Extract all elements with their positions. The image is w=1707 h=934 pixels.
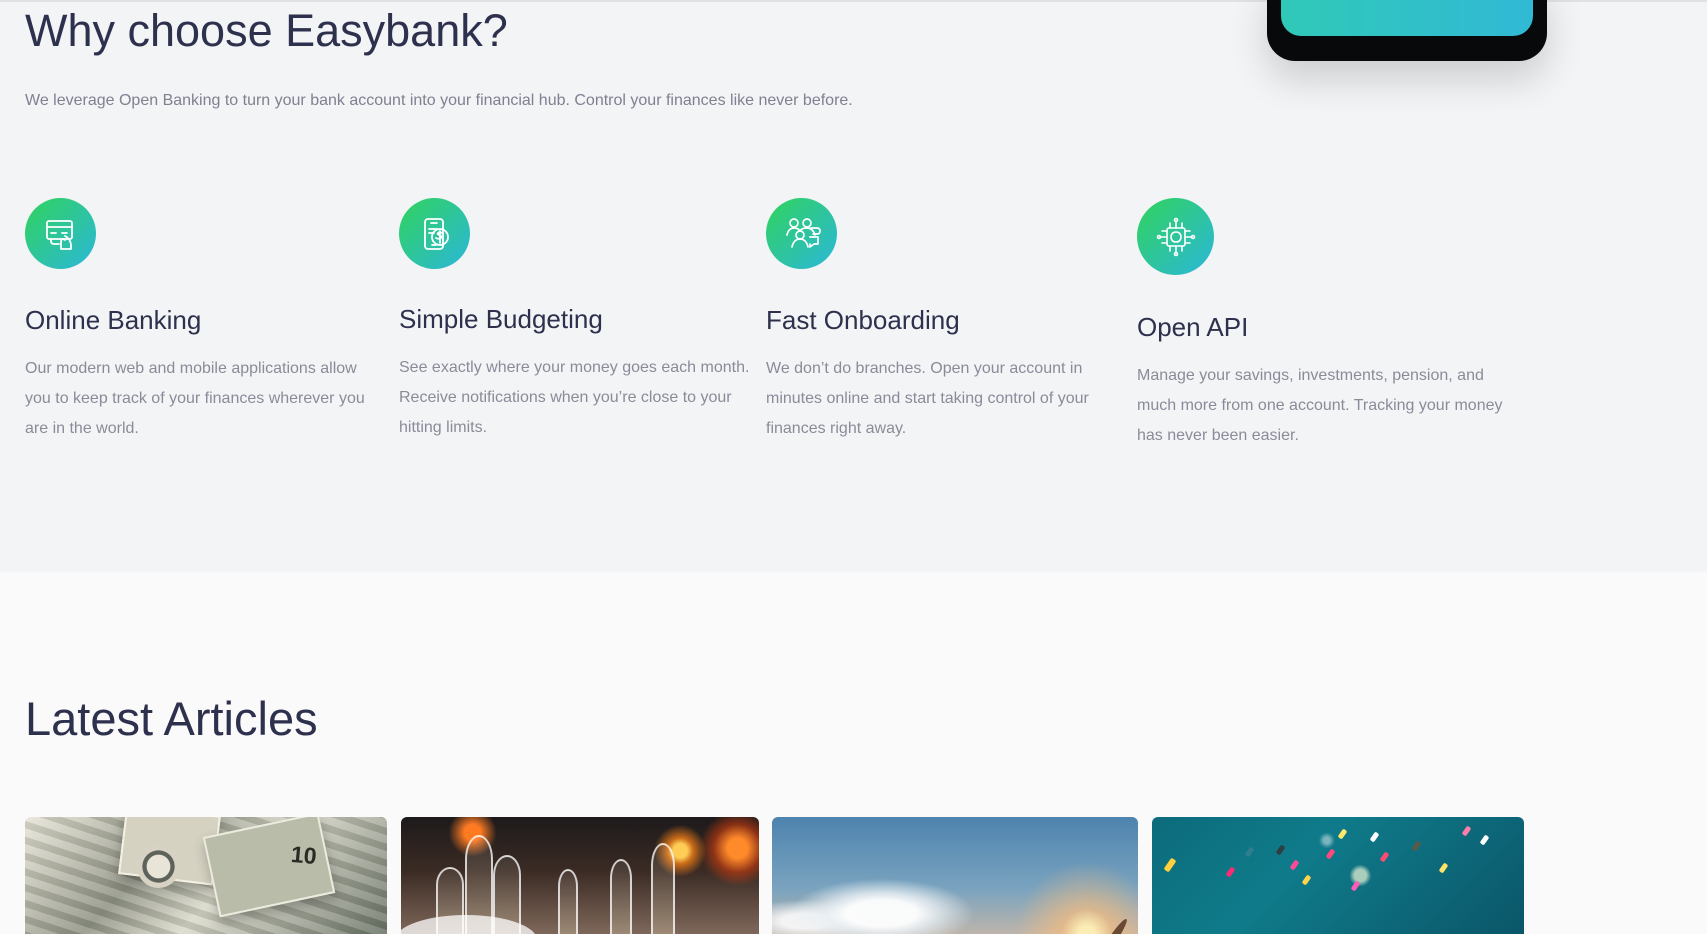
fast-onboarding-icon (766, 198, 837, 269)
why-choose-section: Why choose Easybank? We leverage Open Ba… (0, 0, 1707, 572)
confetti-piece (1337, 828, 1348, 840)
confetti-piece (1163, 857, 1177, 873)
feature-open-api: Open API Manage your savings, investment… (1137, 198, 1527, 458)
wine-glass-shape (651, 843, 675, 934)
feature-text-open-api: Manage your savings, investments, pensio… (1137, 367, 1503, 444)
phone-dollar-icon (423, 217, 449, 250)
sky-plane-image[interactable] (772, 817, 1138, 934)
feature-fast-onboarding: Fast Onboarding We don’t do branches. Op… (766, 198, 1126, 448)
open-api-icon (1137, 198, 1214, 275)
card-hand-icon (45, 219, 73, 250)
confetti-piece (1350, 880, 1361, 892)
feature-title-open-api: Open API (1137, 312, 1249, 342)
coin-seal-shape (137, 845, 180, 888)
people-onboarding-icon (785, 217, 821, 248)
confetti-piece (1438, 862, 1449, 874)
confetti-piece (1411, 840, 1422, 852)
confetti-piece (1479, 834, 1490, 846)
simple-budgeting-icon (399, 198, 470, 269)
feature-text-simple-budgeting: See exactly where your money goes each m… (399, 359, 750, 436)
confetti-piece (1369, 831, 1380, 843)
phone-screen (1281, 0, 1533, 36)
feature-title-online-banking: Online Banking (25, 305, 202, 335)
confetti-piece (1461, 825, 1472, 837)
feature-text-fast-onboarding: We don’t do branches. Open your account … (766, 360, 1089, 437)
phone-mockup-image (1267, 0, 1547, 61)
confetti-image[interactable] (1152, 817, 1524, 934)
confetti-piece (1275, 844, 1286, 856)
feature-text-online-banking: Our modern web and mobile applications a… (25, 360, 365, 437)
feature-title-fast-onboarding: Fast Onboarding (766, 305, 960, 335)
latest-articles-title: Latest Articles (25, 692, 318, 745)
banknote-denomination-mark: 10 (289, 840, 318, 870)
wine-glass-shape (558, 869, 578, 934)
confetti-piece (1244, 846, 1255, 858)
feature-simple-budgeting: Simple Budgeting See exactly where your … (399, 198, 759, 448)
why-choose-intro: We leverage Open Banking to turn your ba… (25, 92, 853, 109)
restaurant-dinner-image[interactable] (401, 817, 759, 934)
easybank-page: Why choose Easybank? We leverage Open Ba… (0, 0, 1707, 934)
online-banking-icon (25, 198, 96, 269)
feature-title-simple-budgeting: Simple Budgeting (399, 304, 603, 334)
confetti-piece (1325, 848, 1336, 860)
confetti-piece (1379, 851, 1390, 863)
wine-glass-shape (610, 859, 632, 934)
plane-wing-shape (1096, 916, 1130, 934)
confetti-piece (1225, 866, 1236, 878)
currency-notes-image[interactable]: 10 (25, 817, 387, 934)
confetti-piece (1289, 859, 1300, 871)
why-choose-title: Why choose Easybank? (25, 5, 508, 56)
circuit-api-icon (1156, 217, 1195, 256)
feature-online-banking: Online Banking Our modern web and mobile… (25, 198, 385, 448)
confetti-piece (1301, 874, 1312, 886)
